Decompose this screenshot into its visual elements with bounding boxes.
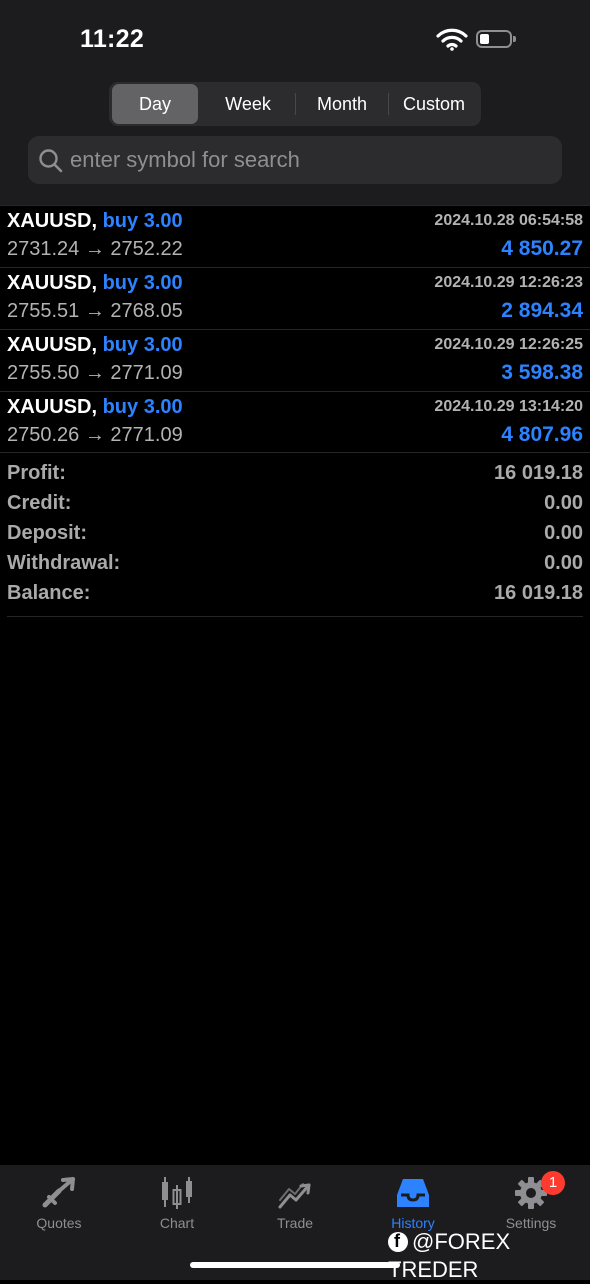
deal-time: 2024.10.28 06:54:58 bbox=[434, 212, 583, 229]
search-icon bbox=[39, 149, 63, 173]
deal-row[interactable]: XAUUSD, buy 3.00 2024.10.29 12:26:25 275… bbox=[0, 329, 590, 392]
divider bbox=[7, 616, 583, 617]
tab-label: Chart bbox=[159, 1215, 195, 1231]
tab-week[interactable]: Week bbox=[202, 84, 294, 124]
deal-symbol: XAUUSD, bbox=[7, 272, 98, 294]
battery-icon bbox=[476, 30, 516, 48]
tab-chart[interactable]: Chart bbox=[118, 1175, 236, 1231]
tab-custom[interactable]: Custom bbox=[389, 84, 479, 124]
tab-label: Quotes bbox=[36, 1215, 82, 1231]
inbox-history-icon bbox=[397, 1179, 429, 1207]
summary-withdrawal: Withdrawal: 0.00 bbox=[7, 552, 583, 582]
tab-label: Trade bbox=[276, 1215, 314, 1231]
deal-time: 2024.10.29 12:26:25 bbox=[434, 336, 583, 353]
deal-side: buy 3.00 bbox=[102, 396, 183, 418]
summary-value: 0.00 bbox=[544, 492, 583, 514]
summary-label: Credit: bbox=[7, 492, 72, 514]
deal-time: 2024.10.29 13:14:20 bbox=[434, 398, 583, 415]
tab-trade[interactable]: Trade bbox=[236, 1175, 354, 1231]
period-segmented-control: Day Week Month Custom bbox=[109, 82, 481, 126]
summary-profit: Profit: 16 019.18 bbox=[7, 462, 583, 492]
summary-value: 16 019.18 bbox=[494, 462, 583, 484]
deal-row[interactable]: XAUUSD, buy 3.00 2024.10.28 06:54:58 273… bbox=[0, 205, 590, 268]
tab-month[interactable]: Month bbox=[296, 84, 388, 124]
deal-symbol: XAUUSD, bbox=[7, 334, 98, 356]
deal-prices: 2755.50 → 2771.09 bbox=[7, 362, 183, 384]
summary-balance: Balance: 16 019.18 bbox=[7, 582, 583, 612]
summary-label: Profit: bbox=[7, 462, 66, 484]
deal-prices: 2731.24 → 2752.22 bbox=[7, 238, 183, 260]
deal-side: buy 3.00 bbox=[102, 272, 183, 294]
deal-profit: 3 598.38 bbox=[501, 361, 583, 384]
wifi-icon bbox=[436, 28, 468, 51]
status-time: 11:22 bbox=[80, 25, 145, 53]
deal-side: buy 3.00 bbox=[102, 210, 183, 232]
quotes-icon bbox=[42, 1177, 75, 1208]
summary-deposit: Deposit: 0.00 bbox=[7, 522, 583, 552]
search-input[interactable] bbox=[70, 136, 550, 184]
summary-value: 0.00 bbox=[544, 552, 583, 574]
summary-credit: Credit: 0.00 bbox=[7, 492, 583, 522]
deal-side: buy 3.00 bbox=[102, 334, 183, 356]
divider bbox=[0, 452, 590, 453]
candlestick-chart-icon bbox=[162, 1177, 192, 1209]
tab-history[interactable]: History bbox=[354, 1175, 472, 1231]
tab-day[interactable]: Day bbox=[112, 84, 198, 124]
tab-settings[interactable]: Settings bbox=[472, 1175, 590, 1231]
home-indicator[interactable] bbox=[190, 1262, 400, 1268]
summary-value: 16 019.18 bbox=[494, 582, 583, 604]
deal-prices: 2750.26 → 2771.09 bbox=[7, 424, 183, 446]
search-bar bbox=[28, 136, 562, 184]
summary-value: 0.00 bbox=[544, 522, 583, 544]
trade-trend-icon bbox=[278, 1183, 311, 1209]
summary-label: Withdrawal: bbox=[7, 552, 121, 574]
deal-symbol: XAUUSD, bbox=[7, 210, 98, 232]
deal-time: 2024.10.29 12:26:23 bbox=[434, 274, 583, 291]
summary-label: Deposit: bbox=[7, 522, 87, 544]
notification-badge: 1 bbox=[541, 1171, 565, 1195]
deal-symbol: XAUUSD, bbox=[7, 396, 98, 418]
deal-profit: 2 894.34 bbox=[501, 299, 583, 322]
tab-quotes[interactable]: Quotes bbox=[0, 1175, 118, 1231]
facebook-icon bbox=[388, 1227, 408, 1255]
summary-label: Balance: bbox=[7, 582, 91, 604]
watermark: @FOREX TREDER bbox=[388, 1227, 590, 1282]
deal-profit: 4 807.96 bbox=[501, 423, 583, 446]
deal-row[interactable]: XAUUSD, buy 3.00 2024.10.29 12:26:23 275… bbox=[0, 267, 590, 330]
deal-row[interactable]: XAUUSD, buy 3.00 2024.10.29 13:14:20 275… bbox=[0, 391, 590, 454]
deal-prices: 2755.51 → 2768.05 bbox=[7, 300, 183, 322]
deal-profit: 4 850.27 bbox=[501, 237, 583, 260]
